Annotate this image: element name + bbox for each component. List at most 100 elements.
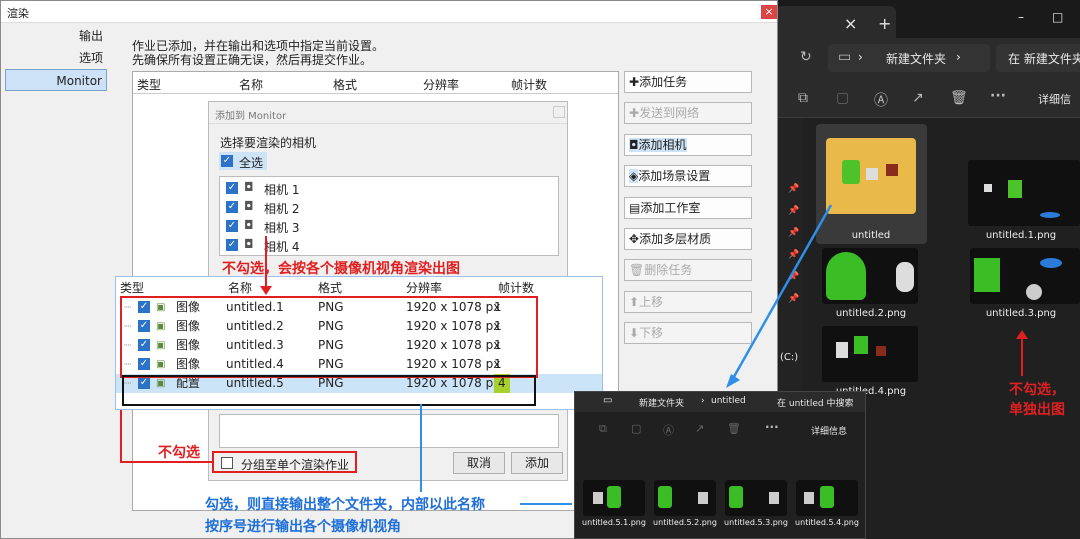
- tab-close-icon[interactable]: ×: [844, 14, 857, 33]
- annotation-arrow: [520, 503, 572, 505]
- arrowhead: [1016, 330, 1028, 339]
- camera-item[interactable]: ✓ ◘ 相机 1: [224, 179, 554, 198]
- camera-item[interactable]: ✓ ◘ 相机 2: [224, 198, 554, 217]
- check-icon: ✓: [226, 201, 238, 213]
- arrowhead: [260, 286, 272, 295]
- file-name: untitled.5.4.png: [795, 518, 859, 527]
- breadcrumb-subfolder[interactable]: untitled: [711, 396, 746, 406]
- annotation-check: 勾选，则直接输出整个文件夹，内部以此名称 按序号进行输出各个摄像机视角: [205, 497, 485, 535]
- camera-list: ✓ ◘ 相机 1 ✓ ◘ 相机 2 ✓ ◘ 相机 3 ✓ ◘ 相机 4: [219, 176, 559, 256]
- check-icon: ✓: [221, 155, 233, 167]
- studio-icon: ▤: [629, 201, 641, 215]
- file-name: untitled.2.png: [835, 308, 907, 319]
- annotation-box-checkbox: [212, 451, 357, 473]
- monitor-icon: ▭: [603, 395, 613, 406]
- address-bar: ▭ 新建文件夹 › untitled 在 untitled 中搜索: [575, 392, 865, 412]
- camera-icon: ◘: [629, 138, 639, 152]
- image-thumbnail[interactable]: [725, 480, 787, 516]
- annotation-arrow: [1021, 336, 1023, 376]
- annotation-arrow: [120, 410, 122, 462]
- add-button[interactable]: 添加: [511, 452, 563, 474]
- scene-icon: ◈: [629, 169, 639, 183]
- check-icon: ✓: [226, 220, 238, 232]
- annotation-uncheck-cameras: 不勾选，会按各个摄像机视角渲染出图: [222, 261, 460, 277]
- check-icon: ✓: [226, 239, 238, 251]
- camera-item[interactable]: ✓ ◘ 相机 3: [224, 217, 554, 236]
- breadcrumb-folder[interactable]: 新建文件夹: [886, 50, 946, 67]
- pin-icon: 📌: [788, 184, 800, 194]
- details-button[interactable]: 详细信息: [811, 424, 847, 437]
- image-thumbnail[interactable]: [822, 248, 918, 304]
- check-icon: ✓: [226, 182, 238, 194]
- image-thumbnail[interactable]: [583, 480, 645, 516]
- image-thumbnail[interactable]: [796, 480, 858, 516]
- sub-dialog-title: 添加到 Monitor: [215, 111, 287, 122]
- paste-icon[interactable]: ▢: [836, 90, 849, 106]
- dialog-title: 渲染: [7, 7, 29, 20]
- image-thumbnail[interactable]: [654, 480, 716, 516]
- share-icon[interactable]: ↗: [912, 90, 924, 106]
- breadcrumb-folder[interactable]: 新建文件夹: [639, 396, 684, 409]
- more-icon[interactable]: ···: [990, 88, 1006, 104]
- breadcrumb[interactable]: ▭ › 新建文件夹 ›: [828, 44, 990, 72]
- camera-icon: ◘: [244, 237, 254, 251]
- select-all-checkbox[interactable]: ✓ 全选: [219, 152, 267, 170]
- new-tab-icon[interactable]: +: [878, 14, 891, 33]
- delete-icon[interactable]: 🗑: [727, 422, 741, 435]
- material-icon: ✥: [629, 232, 640, 246]
- annotation-arrow: [420, 404, 422, 492]
- annotation-arrow: [120, 461, 212, 463]
- file-name: untitled: [851, 230, 891, 241]
- paste-icon[interactable]: ▢: [631, 422, 641, 435]
- close-button[interactable]: ×: [761, 5, 777, 19]
- sub-close-icon[interactable]: [553, 106, 565, 118]
- cancel-button[interactable]: 取消: [453, 452, 505, 474]
- left-nav: 输出 选项 Monitor: [5, 25, 107, 91]
- add-task-button[interactable]: ✚添加任务: [624, 71, 752, 93]
- copy-icon[interactable]: ⧉: [798, 90, 808, 106]
- nav-output[interactable]: 输出: [5, 25, 107, 47]
- arrow-down-icon: ⬇: [629, 326, 640, 340]
- search-input[interactable]: 在 untitled 中搜索: [777, 396, 853, 409]
- sub-titlebar: 添加到 Monitor: [209, 102, 567, 124]
- add-camera-button[interactable]: ◘添加相机: [624, 134, 752, 156]
- untitled-folder-window: ▭ 新建文件夹 › untitled 在 untitled 中搜索 ⧉ ▢ Ⓐ …: [574, 391, 866, 539]
- annotation-box-red: [120, 296, 538, 378]
- nav-options[interactable]: 选项: [5, 47, 107, 69]
- more-icon[interactable]: ···: [765, 420, 779, 434]
- command-bar: ⧉ ▢ Ⓐ ↗ 🗑 ··· 详细信: [776, 78, 1080, 118]
- explorer-tabbar: × + – □: [776, 0, 1080, 38]
- image-thumbnail[interactable]: [822, 326, 918, 382]
- camera-icon: ◘: [244, 199, 254, 213]
- image-thumbnail[interactable]: [970, 248, 1080, 304]
- minimize-icon[interactable]: –: [1018, 10, 1024, 24]
- command-bar: ⧉ ▢ Ⓐ ↗ 🗑 ··· 详细信息: [575, 420, 865, 442]
- image-thumbnail[interactable]: [968, 160, 1080, 226]
- refresh-icon[interactable]: ↻: [800, 49, 812, 65]
- dialog-titlebar: 渲染 ×: [1, 1, 777, 23]
- rename-icon[interactable]: Ⓐ: [663, 422, 674, 438]
- rename-icon[interactable]: Ⓐ: [874, 90, 888, 110]
- delete-icon[interactable]: 🗑: [950, 90, 968, 106]
- file-name: untitled.1.png: [985, 230, 1057, 241]
- address-bar: ↻ ▭ › 新建文件夹 › 在 新建文件夹: [776, 38, 1080, 78]
- camera-item[interactable]: ✓ ◘ 相机 4: [224, 236, 554, 255]
- sub-list-area: [219, 414, 559, 448]
- folder-icon: [826, 138, 916, 214]
- search-input[interactable]: 在 新建文件夹: [996, 44, 1080, 72]
- copy-icon[interactable]: ⧉: [599, 422, 607, 436]
- annotation-arrow: [726, 204, 833, 388]
- job-list-header: 类型 名称 格式 分辨率 帧计数: [133, 72, 618, 94]
- annotation-right: 不勾选， 单独出图: [1009, 382, 1065, 418]
- send-to-network-button[interactable]: ✚发送到网络: [624, 102, 752, 124]
- share-icon[interactable]: ↗: [695, 422, 704, 435]
- plus-icon: ✚: [629, 75, 640, 89]
- details-button[interactable]: 详细信: [1038, 91, 1071, 107]
- trash-icon: 🗑: [629, 263, 645, 277]
- camera-prompt: 选择要渲染的相机: [220, 136, 317, 150]
- plus-icon: ✚: [629, 106, 640, 120]
- annotation-arrow: [265, 236, 267, 288]
- add-scene-setting-button[interactable]: ◈添加场景设置: [624, 165, 752, 187]
- maximize-icon[interactable]: □: [1052, 10, 1063, 24]
- nav-monitor[interactable]: Monitor: [5, 69, 107, 91]
